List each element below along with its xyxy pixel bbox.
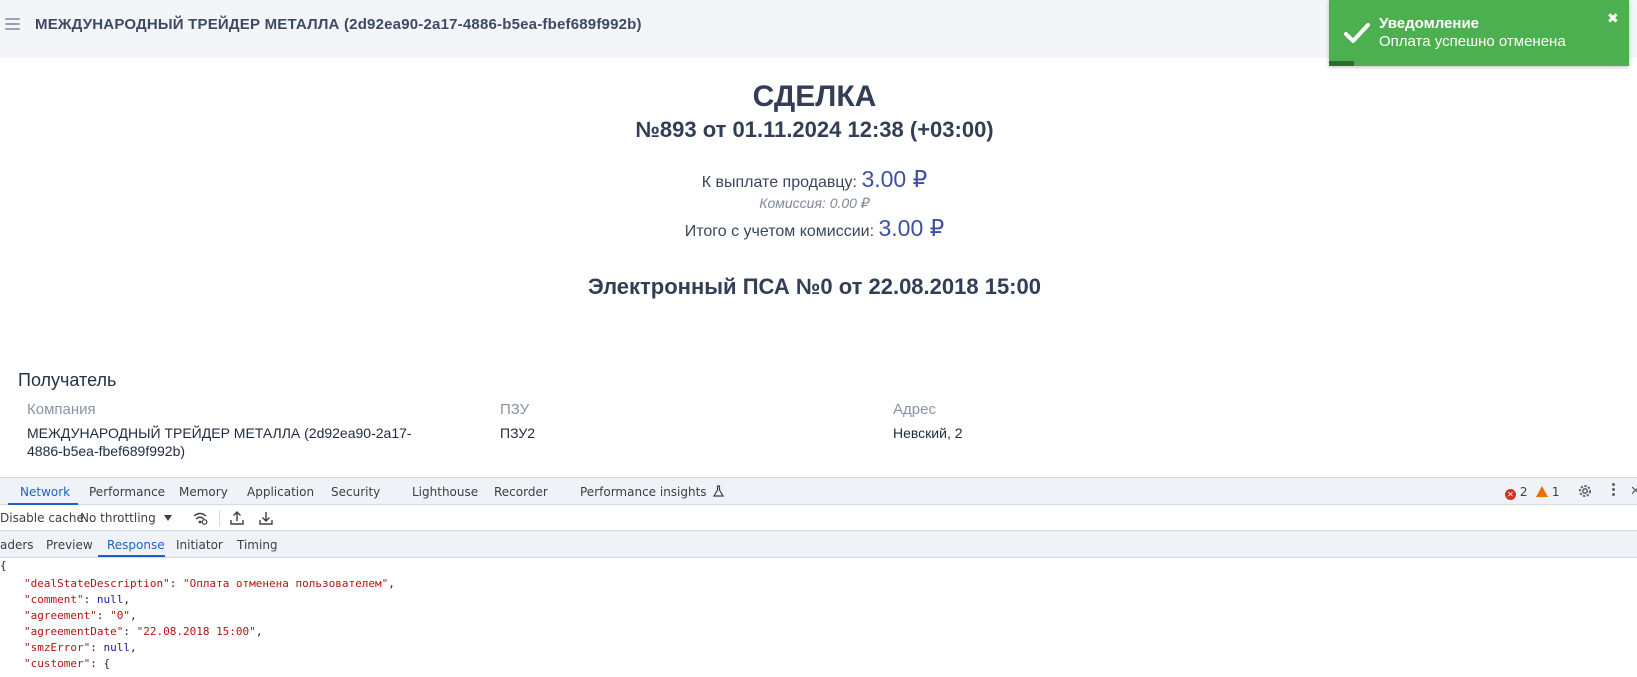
json-line: "agreementDate": "22.08.2018 15:00", — [24, 625, 263, 638]
pzu-label: ПЗУ — [500, 401, 530, 418]
tab-response[interactable]: Response — [107, 538, 165, 552]
tab-memory[interactable]: Memory — [179, 485, 228, 499]
close-devtools-icon[interactable]: ✕ — [1630, 484, 1637, 499]
address-label: Адрес — [893, 401, 936, 418]
json-line: "dealStateDescription": "Оплата отменена… — [24, 577, 395, 590]
json-value: "22.08.2018 15:00" — [136, 625, 256, 638]
devtools-panel: Network Performance Memory Application S… — [0, 477, 1637, 677]
address-value: Невский, 2 — [893, 425, 963, 441]
network-toolbar: Disable cache No throttling — [0, 505, 1637, 531]
json-key: "dealStateDescription" — [24, 577, 170, 590]
tab-headers[interactable]: aders — [0, 538, 34, 552]
tab-recorder[interactable]: Recorder — [494, 485, 548, 499]
json-key: "customer" — [24, 657, 91, 670]
chevron-down-icon[interactable] — [164, 515, 172, 521]
json-line: "smzError": null, — [24, 641, 137, 654]
json-value: "0" — [110, 609, 130, 622]
json-line: "agreement": "0", — [24, 609, 137, 622]
json-value: null — [96, 593, 124, 606]
tab-lighthouse[interactable]: Lighthouse — [412, 485, 478, 499]
tab-network[interactable]: Network — [20, 485, 70, 499]
json-value: null — [103, 641, 130, 654]
gear-icon[interactable] — [1577, 483, 1593, 499]
json-key: "agreementDate" — [24, 625, 124, 638]
more-options-icon[interactable] — [1612, 483, 1616, 499]
company-label: Компания — [27, 401, 96, 418]
warning-count: 1 — [1551, 485, 1560, 499]
tab-performance-insights-label: Performance insights — [580, 485, 707, 499]
tab-initiator[interactable]: Initiator — [176, 538, 223, 552]
json-key: "smzError" — [24, 641, 91, 654]
hamburger-menu-icon[interactable] — [5, 17, 21, 31]
toast-title: Уведомление — [1379, 15, 1480, 32]
tab-preview[interactable]: Preview — [46, 538, 93, 552]
tab-security[interactable]: Security — [331, 485, 380, 499]
seller-payout: К выплате продавцу: 3.00 ₽ — [0, 166, 1629, 193]
warning-counter[interactable]: 1 — [1536, 485, 1559, 499]
request-detail-tabs: aders Preview Response Initiator Timing — [0, 531, 1637, 558]
upload-icon[interactable] — [229, 510, 245, 526]
close-icon[interactable]: ✖ — [1607, 10, 1619, 27]
total-with-commission: Итого с учетом комиссии: 3.00 ₽ — [0, 215, 1629, 242]
total-amount: 3.00 ₽ — [878, 215, 945, 241]
toast-message: Оплата успешно отменена — [1379, 33, 1566, 50]
throttling-select[interactable]: No throttling — [80, 511, 156, 525]
deal-number: №893 от 01.11.2024 12:38 (+03:00) — [635, 117, 994, 142]
pzu-value: ПЗУ2 — [500, 425, 536, 441]
error-count: 2 — [1519, 485, 1528, 499]
response-body[interactable]: { "dealStateDescription": "Оплата отмене… — [0, 558, 1637, 677]
json-value: "Оплата отменена пользователем" — [182, 577, 389, 590]
network-conditions-icon[interactable] — [192, 510, 208, 526]
company-value: МЕЖДУНАРОДНЫЙ ТРЕЙДЕР МЕТАЛЛА (2d92ea90-… — [27, 424, 412, 460]
company-value-line: МЕЖДУНАРОДНЫЙ ТРЕЙДЕР МЕТАЛЛА (2d92ea90-… — [27, 425, 412, 441]
json-line: "comment": null, — [24, 593, 130, 606]
disable-cache-checkbox[interactable]: Disable cache — [0, 511, 84, 525]
tab-timing[interactable]: Timing — [237, 538, 278, 552]
seller-payout-amount: 3.00 ₽ — [861, 166, 928, 192]
notification-toast: Уведомление Оплата успешно отменена ✖ — [1329, 0, 1629, 66]
psa-title: Электронный ПСА №0 от 22.08.2018 15:00 — [588, 274, 1041, 299]
json-value: { — [103, 657, 111, 670]
active-subtab-indicator — [98, 555, 165, 557]
error-icon: ✕ — [1505, 489, 1516, 500]
tab-performance[interactable]: Performance — [89, 485, 165, 499]
recipient-section-title: Получатель — [18, 370, 117, 390]
json-key: "agreement" — [24, 609, 97, 622]
json-key: "comment" — [24, 593, 84, 606]
toolbar-divider — [219, 510, 220, 526]
seller-payout-label: К выплате продавцу: — [701, 174, 857, 191]
tab-performance-insights[interactable]: Performance insights — [580, 485, 725, 499]
page-title: МЕЖДУНАРОДНЫЙ ТРЕЙДЕР МЕТАЛЛА (2d92ea90-… — [35, 16, 642, 33]
commission-line: Комиссия: 0.00 ₽ — [759, 195, 870, 211]
deal-title: СДЕЛКА — [752, 80, 877, 113]
total-label: Итого с учетом комиссии: — [684, 223, 875, 240]
company-value-line: 4886-b5ea-fbef689f992b) — [27, 443, 186, 459]
download-icon[interactable] — [258, 510, 274, 526]
tab-application[interactable]: Application — [247, 485, 314, 499]
checkmark-icon — [1344, 23, 1370, 43]
warning-icon — [1536, 486, 1548, 497]
json-line: "customer": { — [24, 657, 111, 670]
flask-icon — [713, 485, 725, 497]
toast-progress-bar — [1329, 61, 1354, 66]
json-open-brace: { — [0, 559, 7, 572]
error-counter[interactable]: ✕ 2 — [1505, 485, 1527, 500]
devtools-tab-bar: Network Performance Memory Application S… — [0, 477, 1637, 505]
